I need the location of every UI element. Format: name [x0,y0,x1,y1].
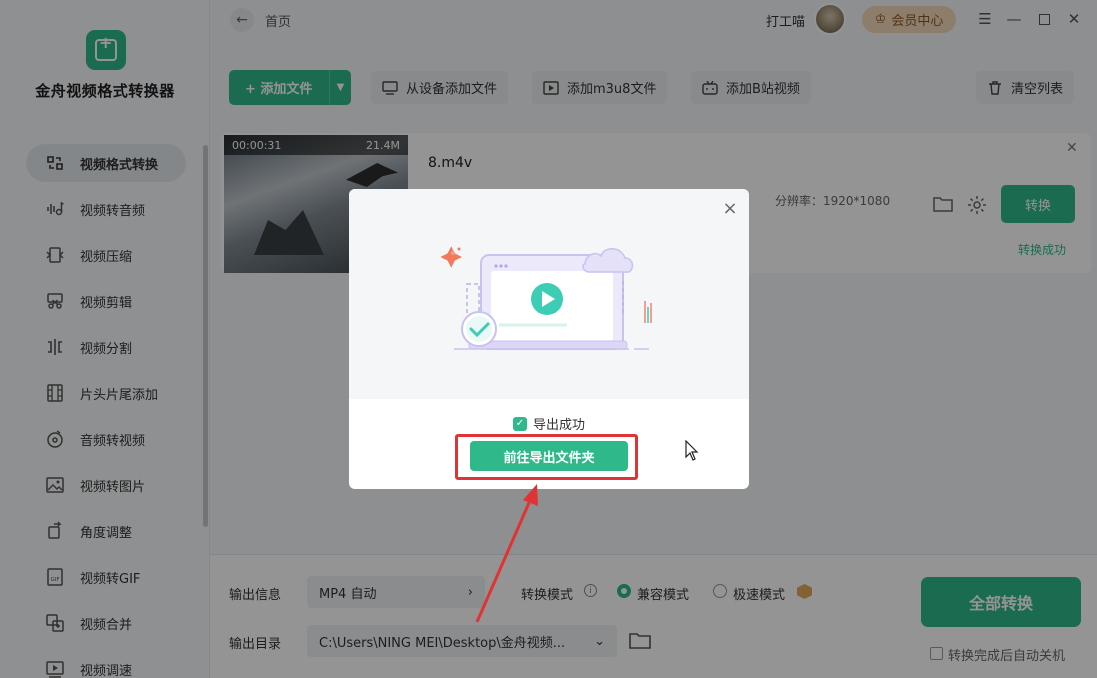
mouse-cursor-icon [685,439,699,466]
annotation-arrow [475,484,538,623]
